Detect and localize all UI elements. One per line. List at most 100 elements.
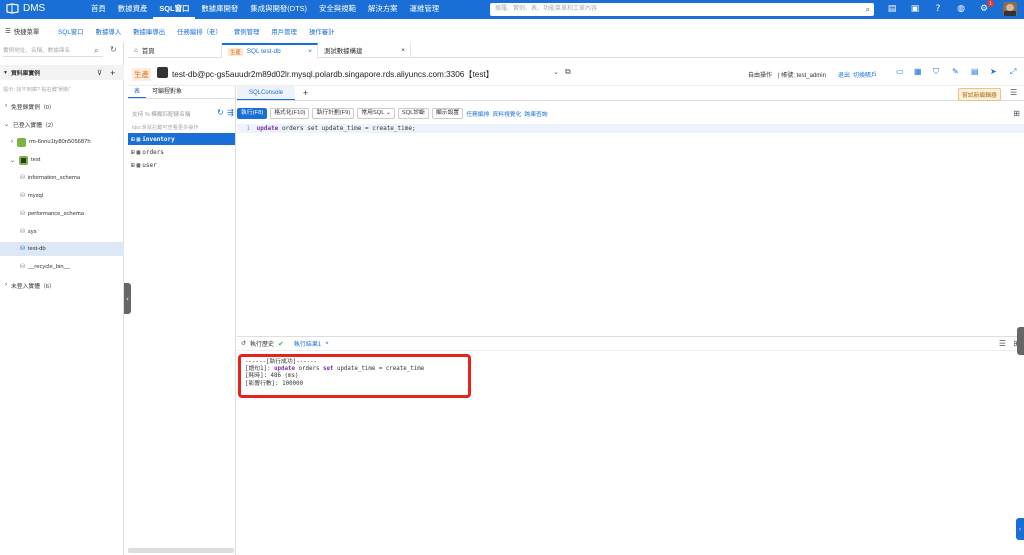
nav-dts[interactable]: 集成與開發(DTS)	[244, 0, 313, 19]
right-panel-handle[interactable]	[1017, 327, 1024, 355]
global-search-input[interactable]: 搜羅、實例、表、功能菜單和工單內容 ⌕	[490, 3, 874, 16]
edit-icon[interactable]: ✎	[952, 67, 959, 76]
filter-list-icon[interactable]: ⇶	[227, 108, 234, 117]
tab-sql-console[interactable]: SQLConsole	[237, 86, 296, 100]
horizontal-scrollbar[interactable]	[128, 548, 234, 553]
tree-db-information-schema[interactable]: ⛁ information_schema	[0, 171, 124, 185]
format-button[interactable]: 格式化(F10)	[270, 108, 310, 119]
menu-icon[interactable]: ☰	[1010, 88, 1017, 97]
menu-icon[interactable]: ☰	[999, 339, 1006, 348]
fullscreen-icon[interactable]: ⤢	[1010, 67, 1016, 77]
quick-link-audit[interactable]: 操作審計	[309, 27, 335, 36]
avatar[interactable]	[1003, 2, 1017, 16]
quick-link-db-export[interactable]: 數據庫導出	[133, 27, 165, 36]
close-icon[interactable]: ×	[401, 47, 405, 54]
tree-logged-in[interactable]: ⌄ 已登入實體（2）	[0, 117, 124, 131]
grid-icon[interactable]: ⊞	[1013, 109, 1020, 118]
tree-db-sys[interactable]: ⛁ sys	[0, 225, 124, 239]
dms-logo-icon	[6, 3, 19, 14]
tab-history[interactable]: 執行歷史	[250, 339, 274, 348]
refresh-icon[interactable]: ↻	[217, 108, 224, 117]
tree-no-login[interactable]: › 免登錄實例（0）	[0, 99, 124, 113]
chevron-down-icon[interactable]: ⌄	[553, 68, 559, 76]
search-icon[interactable]: ⌕	[94, 46, 98, 56]
quick-link-user-mgmt[interactable]: 用戶管理	[271, 27, 297, 36]
tab-label: 測試數據構建	[324, 48, 363, 55]
nav-db-dev[interactable]: 數據庫開發	[195, 0, 244, 19]
home-icon: ⌂	[134, 47, 138, 54]
notes-icon[interactable]: ▤	[886, 3, 898, 15]
report-icon[interactable]: ▤	[971, 67, 979, 76]
tab-test-data-build[interactable]: 測試數據構建 ×	[318, 43, 411, 58]
tab-result-1[interactable]: 執行結果1	[294, 339, 321, 348]
instance-search-input[interactable]: 實例地址、名稱、數據庫名	[3, 45, 103, 57]
quick-link-task-orch[interactable]: 任務編排（老）	[177, 27, 222, 36]
tab-sql-test-db[interactable]: 生產 SQL test-db ×	[222, 43, 318, 58]
caret-right-icon: ›	[11, 139, 13, 145]
table-item-orders[interactable]: ⊞ ▦ orders	[131, 146, 164, 158]
add-icon[interactable]: +	[110, 68, 115, 78]
logout-link[interactable]: 退出	[838, 70, 850, 79]
table-item-inventory[interactable]: ⊞ ▦ inventory	[131, 133, 175, 145]
table-item-user[interactable]: ⊞ ▦ user	[131, 159, 157, 171]
quick-link-data-import[interactable]: 數據導入	[96, 27, 122, 36]
sql-diagnose-button[interactable]: SQL診斷	[397, 108, 429, 119]
task-orch-link[interactable]: 任務編排	[466, 109, 489, 118]
common-sql-button[interactable]: 常用SQL ⌄	[357, 108, 395, 119]
refresh-icon[interactable]: ↻	[110, 45, 117, 54]
nav-home[interactable]: 首頁	[85, 0, 112, 19]
close-icon[interactable]: ×	[325, 341, 329, 347]
chevron-down-icon: ⌄	[385, 110, 391, 116]
tree-db-performance-schema[interactable]: ⛁ performance_schema	[0, 207, 124, 221]
globe-icon[interactable]: ◍	[955, 3, 967, 15]
tree-db-mysql[interactable]: ⛁ mysql	[0, 189, 124, 203]
caret-down-icon[interactable]: ▼	[3, 70, 8, 76]
ticket-icon[interactable]: ▣	[909, 3, 921, 15]
tree-db-recycle-bin[interactable]: ⛁ __recycle_bin__	[0, 260, 124, 274]
expand-icon[interactable]: ⊞	[131, 162, 135, 169]
tree-instance-rm[interactable]: › rm-6nnu1ty80n505687h	[0, 135, 124, 149]
expand-icon[interactable]: ⊞	[131, 149, 135, 156]
add-console-icon[interactable]: +	[295, 86, 316, 100]
tree-instance-test[interactable]: ⌄ test	[0, 153, 124, 167]
monitor-icon[interactable]: ▭	[896, 67, 904, 76]
data-viz-link[interactable]: 資料視覺化	[492, 109, 521, 118]
tree-label: 免登錄實例（0）	[11, 104, 55, 111]
copy-icon[interactable]: ⧉	[565, 67, 571, 77]
nav-sql-window[interactable]: SQL窗口	[153, 0, 196, 19]
quick-link-sql-window[interactable]: SQL窗口	[58, 27, 84, 36]
tab-label: 首頁	[141, 48, 155, 55]
tab-tables[interactable]: 表	[128, 86, 147, 98]
table-icon[interactable]: ▦	[914, 67, 922, 76]
nav-solutions[interactable]: 解決方案	[362, 0, 404, 19]
tree-not-logged-in[interactable]: › 未登入實體（6）	[0, 278, 124, 292]
display-settings-button[interactable]: 顯示設置	[431, 108, 464, 119]
side-assistant-tab[interactable]: ‹	[1016, 518, 1024, 540]
tab-programmable[interactable]: 可編程對象	[146, 86, 188, 98]
nav-security[interactable]: 安全與規範	[313, 0, 362, 19]
quick-link-instance-mgmt[interactable]: 實例管理	[234, 27, 260, 36]
quick-menu[interactable]: ☰ 快捷菜單	[0, 27, 52, 36]
database-icon: ⛁	[20, 264, 25, 270]
switch-account-link[interactable]: 切換賬戶	[853, 70, 877, 79]
tab-home[interactable]: ⌂ 首頁	[128, 43, 222, 58]
nav-data-assets[interactable]: 數據資產	[112, 0, 154, 19]
run-button[interactable]: 執行(F8)	[237, 108, 268, 119]
sql-code-line[interactable]: 1 update orders set update_time = create…	[237, 124, 1024, 133]
expand-icon[interactable]: ⊞	[131, 136, 135, 143]
filter-icon[interactable]: ⊽	[97, 69, 102, 77]
search-icon[interactable]: ⌕	[866, 3, 870, 16]
caret-down-icon: ⌄	[4, 121, 10, 128]
nav-ops[interactable]: 運維管理	[404, 0, 446, 19]
close-icon[interactable]: ×	[308, 48, 312, 55]
cross-db-query-link[interactable]: 跨庫查詢	[524, 109, 547, 118]
table-search-input[interactable]: 支持 % 模糊匹配錶名稱	[132, 110, 190, 118]
shield-icon[interactable]: ⛉	[933, 67, 939, 77]
try-new-editor-button[interactable]: 嘗試新編輯器	[958, 88, 1001, 101]
help-icon[interactable]: ?	[932, 3, 944, 15]
brand[interactable]: DMS	[6, 3, 45, 14]
tree-db-test-db[interactable]: ⛁ test-db	[0, 242, 124, 256]
send-icon[interactable]: ➤	[990, 67, 997, 76]
editor-toolbar: 執行(F8) 格式化(F10) 執行計劃(F9) 常用SQL ⌄ SQL診斷 顯…	[237, 107, 1024, 120]
explain-button[interactable]: 執行計劃(F9)	[312, 108, 355, 119]
